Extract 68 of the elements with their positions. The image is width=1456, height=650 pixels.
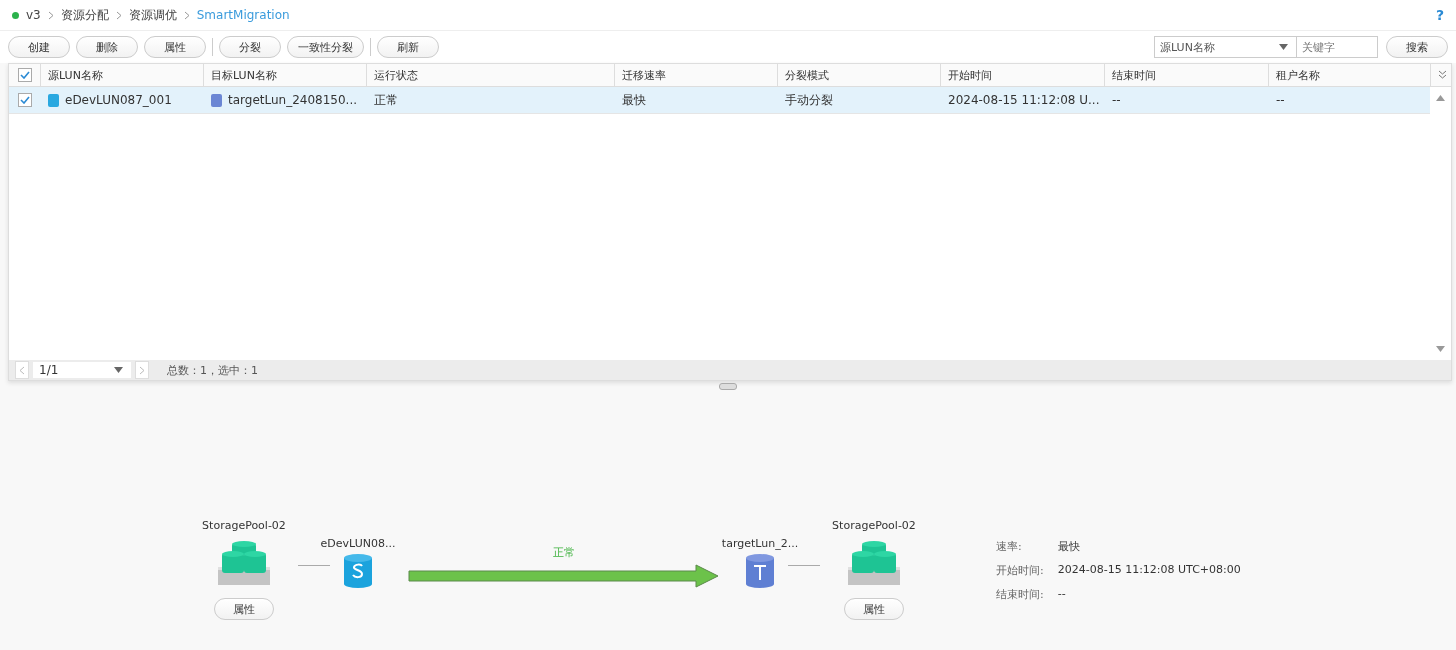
source-lun-icon	[48, 93, 59, 107]
help-link[interactable]: ?	[1435, 7, 1444, 23]
toolbar-button[interactable]: 属性	[144, 36, 206, 58]
detail-value: --	[1057, 587, 1067, 602]
table-cell: --	[1112, 93, 1121, 107]
breadcrumb-link[interactable]: v3	[26, 8, 41, 22]
detail-value: 最快	[1057, 539, 1081, 554]
source-lun-icon	[344, 554, 372, 588]
table-cell: 最快	[622, 91, 646, 109]
scroll-down-icon[interactable]	[1436, 346, 1445, 352]
previous-page-button[interactable]	[15, 361, 29, 379]
pool-name: StoragePool-02	[832, 519, 916, 532]
table-cell: --	[1276, 93, 1285, 107]
caret-icon	[1279, 44, 1288, 50]
toolbar-button[interactable]: 分裂	[219, 36, 281, 58]
checkbox[interactable]	[17, 68, 32, 82]
page-dropdown[interactable]: 1/1	[33, 362, 131, 378]
caret-icon	[114, 367, 123, 373]
properties-button[interactable]: 属性	[214, 598, 274, 620]
column-header[interactable]: 租户名称	[1276, 67, 1320, 83]
table-cell: 正常	[374, 91, 398, 109]
row-count-text: 总数：1，选中：1	[167, 362, 258, 378]
chevron-right-icon	[115, 10, 122, 20]
chevron-right-icon	[47, 10, 54, 20]
lun-name: targetLun_2...	[721, 537, 799, 550]
column-header[interactable]: 目标LUN名称	[211, 67, 277, 83]
pool-name: StoragePool-02	[202, 519, 286, 532]
column-header[interactable]: 迁移速率	[622, 67, 666, 83]
column-header[interactable]: 分裂模式	[785, 67, 829, 83]
table-cell: 2024-08-15 11:12:08 U...	[948, 93, 1100, 107]
checkbox[interactable]	[17, 93, 32, 107]
filter-dropdown[interactable]: 源LUN名称	[1154, 36, 1297, 58]
detail-value: 2024-08-15 11:12:08 UTC+08:00	[1057, 563, 1241, 578]
status-label: 正常	[553, 545, 575, 560]
arrow-icon	[408, 564, 720, 588]
detail-label: 结束时间:	[996, 587, 1044, 602]
splitter-handle[interactable]	[719, 382, 737, 390]
chevron-right-icon	[183, 10, 190, 20]
column-header[interactable]: 开始时间	[948, 67, 992, 83]
column-header[interactable]: 源LUN名称	[48, 67, 103, 83]
lun-name: eDevLUN08...	[320, 537, 396, 550]
properties-button[interactable]: 属性	[844, 598, 904, 620]
column-header[interactable]: 运行状态	[374, 67, 418, 83]
breadcrumb-link[interactable]: 资源调优	[128, 6, 177, 24]
toolbar-button[interactable]: 删除	[76, 36, 138, 58]
target-lun-icon	[211, 93, 222, 107]
chevron-right-icon	[139, 365, 145, 375]
toolbar-button[interactable]: 刷新	[377, 36, 439, 58]
scroll-up-icon[interactable]	[1436, 95, 1445, 101]
toolbar-button[interactable]: 创建	[8, 36, 70, 58]
toolbar-button[interactable]: 一致性分裂	[287, 36, 364, 58]
storage-pool-icon	[218, 541, 270, 585]
detail-label: 速率:	[996, 539, 1023, 554]
table-cell: 手动分裂	[785, 91, 833, 109]
target-lun-icon	[746, 554, 774, 588]
storage-pool-icon	[848, 541, 900, 585]
table-cell: targetLun_2408150...	[228, 93, 358, 107]
column-header[interactable]: 结束时间	[1112, 67, 1156, 83]
chevron-down-icon[interactable]	[1438, 70, 1447, 80]
table-cell: eDevLUN087_001	[65, 93, 172, 107]
status-dot-icon	[12, 11, 19, 19]
keyword-field[interactable]: 关键字	[1296, 36, 1378, 58]
search-button[interactable]: 搜索	[1386, 36, 1448, 58]
detail-label: 开始时间:	[996, 563, 1044, 578]
table-row[interactable]: eDevLUN087_001 targetLun_2408150... 正常 最快 手动分裂 2024-08-15 11:12:08 U... -- --	[9, 87, 1430, 114]
breadcrumb-link[interactable]: 资源分配	[60, 6, 109, 24]
next-page-button[interactable]	[135, 361, 149, 379]
chevron-left-icon	[19, 365, 25, 375]
